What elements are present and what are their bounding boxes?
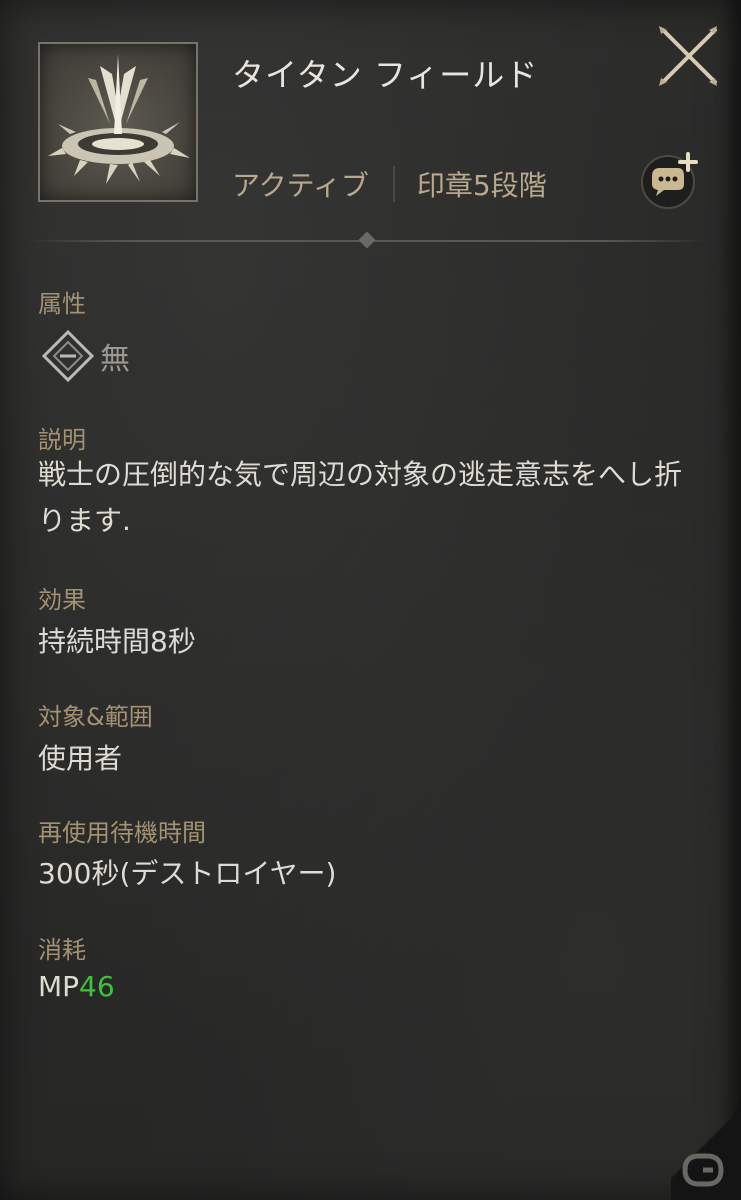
close-icon [659,26,717,86]
close-button[interactable] [655,24,721,90]
cooldown-label: 再使用待機時間 [38,819,206,847]
target-range-label: 対象&範囲 [38,703,153,731]
effect-value: 持続時間8秒 [38,625,196,658]
share-to-chat-button[interactable] [638,148,702,212]
cost-value: MP46 [38,970,115,1003]
attribute-value: 無 [100,342,130,377]
attribute-row: 無 [40,328,130,384]
description-text: 戦士の圧倒的な気で周辺の対象の逃走意志をへし折ります. [38,458,683,537]
panel-edge-shading [719,0,741,1200]
cost-label: 消耗 [38,936,86,964]
cooldown-value: 300秒(デストロイヤー) [38,857,337,890]
attribute-label: 属性 [38,290,86,318]
description-label: 説明 [38,426,86,454]
seal-level-tag: 印章5段階 [416,169,547,202]
site-logo-watermark [682,1153,724,1187]
titan-field-skill-icon [38,42,198,202]
chat-plus-icon [641,152,698,209]
cost-resource: MP [38,970,80,1003]
skill-type-tag: アクティブ [232,169,369,202]
target-range-value: 使用者 [38,742,123,775]
skill-name: タイタン フィールド [232,56,539,94]
tag-separator [392,166,395,202]
diamond-element-icon [41,329,95,383]
skill-tags: アクティブ 印章5段階 [232,162,547,206]
cost-amount: 46 [79,970,115,1003]
effect-label: 効果 [38,586,86,614]
